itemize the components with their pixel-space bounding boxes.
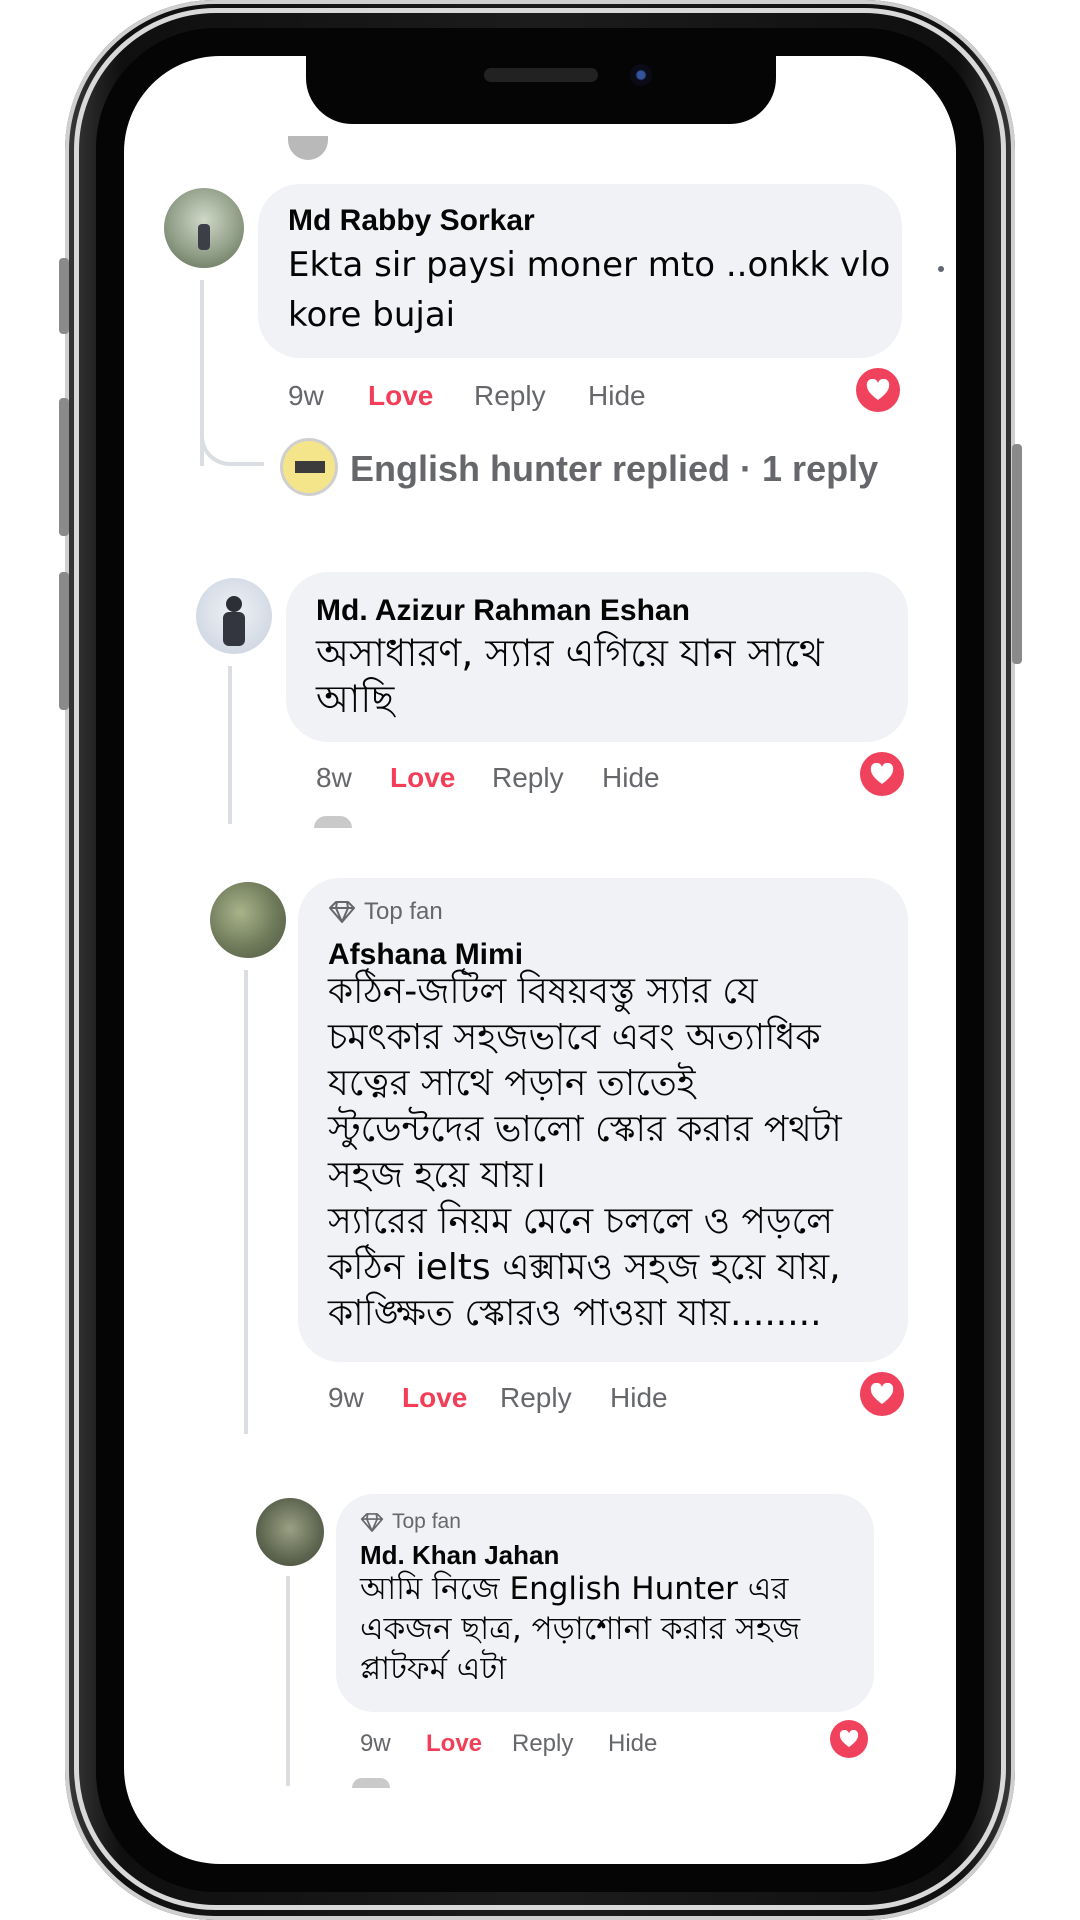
comment-time: 9w	[360, 1730, 391, 1757]
comment-text-line: একজন ছাত্র, পড়াশোনা করার সহজ	[360, 1611, 801, 1647]
page-avatar[interactable]	[280, 438, 338, 496]
power-button	[1012, 444, 1022, 664]
avatar-partial	[352, 1778, 390, 1788]
comment-text-line: স্যারের নিয়ম মেনে চললে ও পড়লে	[328, 1201, 833, 1242]
comment-text-line: আমি নিজে English Hunter এর	[360, 1571, 789, 1607]
heart-icon	[856, 368, 900, 412]
comment-text-line: Ekta sir paysi moner mto ..onkk vlo	[288, 245, 891, 285]
hide-button[interactable]: Hide	[610, 1382, 668, 1414]
top-fan-badge: Top fan	[360, 1510, 461, 1534]
comment-time: 9w	[328, 1382, 364, 1413]
comment-text-line: kore bujai	[288, 295, 456, 335]
more-dot	[938, 266, 944, 272]
heart-icon	[860, 752, 904, 796]
speaker	[484, 68, 598, 82]
comment-text-line: আছি	[316, 677, 395, 721]
hide-button[interactable]: Hide	[602, 762, 660, 794]
thread-line	[244, 970, 248, 1434]
hide-button[interactable]: Hide	[588, 380, 646, 412]
heart-icon	[860, 1372, 904, 1416]
top-fan-label: Top fan	[364, 898, 443, 925]
notch	[306, 54, 776, 124]
comment-text-line: কঠিন ielts এক্সামও সহজ হয়ে যায়,	[328, 1247, 841, 1288]
avatar[interactable]	[196, 578, 272, 654]
diamond-icon	[360, 1512, 384, 1532]
volume-down-button	[59, 572, 69, 710]
comment-text-line: যত্নের সাথে পড়ান তাতেই	[328, 1063, 696, 1104]
comment-text-line: সহজ হয়ে যায়।	[328, 1155, 546, 1196]
comment-text-line: কাঙ্ক্ষিত স্কোরও পাওয়া যায়........	[328, 1293, 822, 1334]
comment-text-line: চমৎকার সহজভাবে এবং অত্যাধিক	[328, 1017, 821, 1058]
reply-button[interactable]: Reply	[492, 762, 564, 794]
love-button[interactable]: Love	[402, 1382, 467, 1414]
reply-button[interactable]: Reply	[500, 1382, 572, 1414]
replies-link[interactable]: English hunter replied · 1 reply	[350, 448, 878, 490]
comment-author[interactable]: Md Rabby Sorkar	[288, 204, 535, 238]
comment-text-line: কঠিন-জটিল বিষয়বস্তু স্যার যে	[328, 971, 758, 1012]
heart-icon	[830, 1720, 868, 1758]
comment-author[interactable]: Md. Khan Jahan	[360, 1540, 559, 1571]
hide-button[interactable]: Hide	[608, 1730, 657, 1758]
avatar-partial	[314, 816, 352, 828]
thread-line	[228, 666, 232, 824]
thread-line	[286, 1576, 290, 1786]
avatar[interactable]	[210, 882, 286, 958]
comment-text-line: স্টুডেন্টদের ভালো স্কোর করার পথটা	[328, 1109, 842, 1150]
love-button[interactable]: Love	[426, 1730, 482, 1758]
comment-author[interactable]: Afshana Mimi	[328, 938, 523, 972]
comment-text-line: অসাধারণ, স্যার এগিয়ে যান সাথে	[316, 631, 824, 675]
avatar[interactable]	[256, 1498, 324, 1566]
avatar[interactable]	[164, 188, 244, 268]
diamond-icon	[329, 901, 355, 923]
comment-time: 9w	[288, 380, 324, 411]
top-fan-badge: Top fan	[328, 898, 443, 926]
love-button[interactable]: Love	[368, 380, 433, 412]
volume-up-button	[59, 398, 69, 536]
top-fan-label: Top fan	[392, 1510, 461, 1533]
mute-switch	[59, 258, 69, 334]
love-button[interactable]: Love	[390, 762, 455, 794]
comment-author[interactable]: Md. Azizur Rahman Eshan	[316, 594, 690, 628]
reply-button[interactable]: Reply	[474, 380, 546, 412]
comment-text-line: প্লাটফর্ম এটা	[360, 1651, 507, 1687]
reply-button[interactable]: Reply	[512, 1730, 573, 1758]
front-camera	[630, 64, 652, 86]
comment-time: 8w	[316, 762, 352, 793]
